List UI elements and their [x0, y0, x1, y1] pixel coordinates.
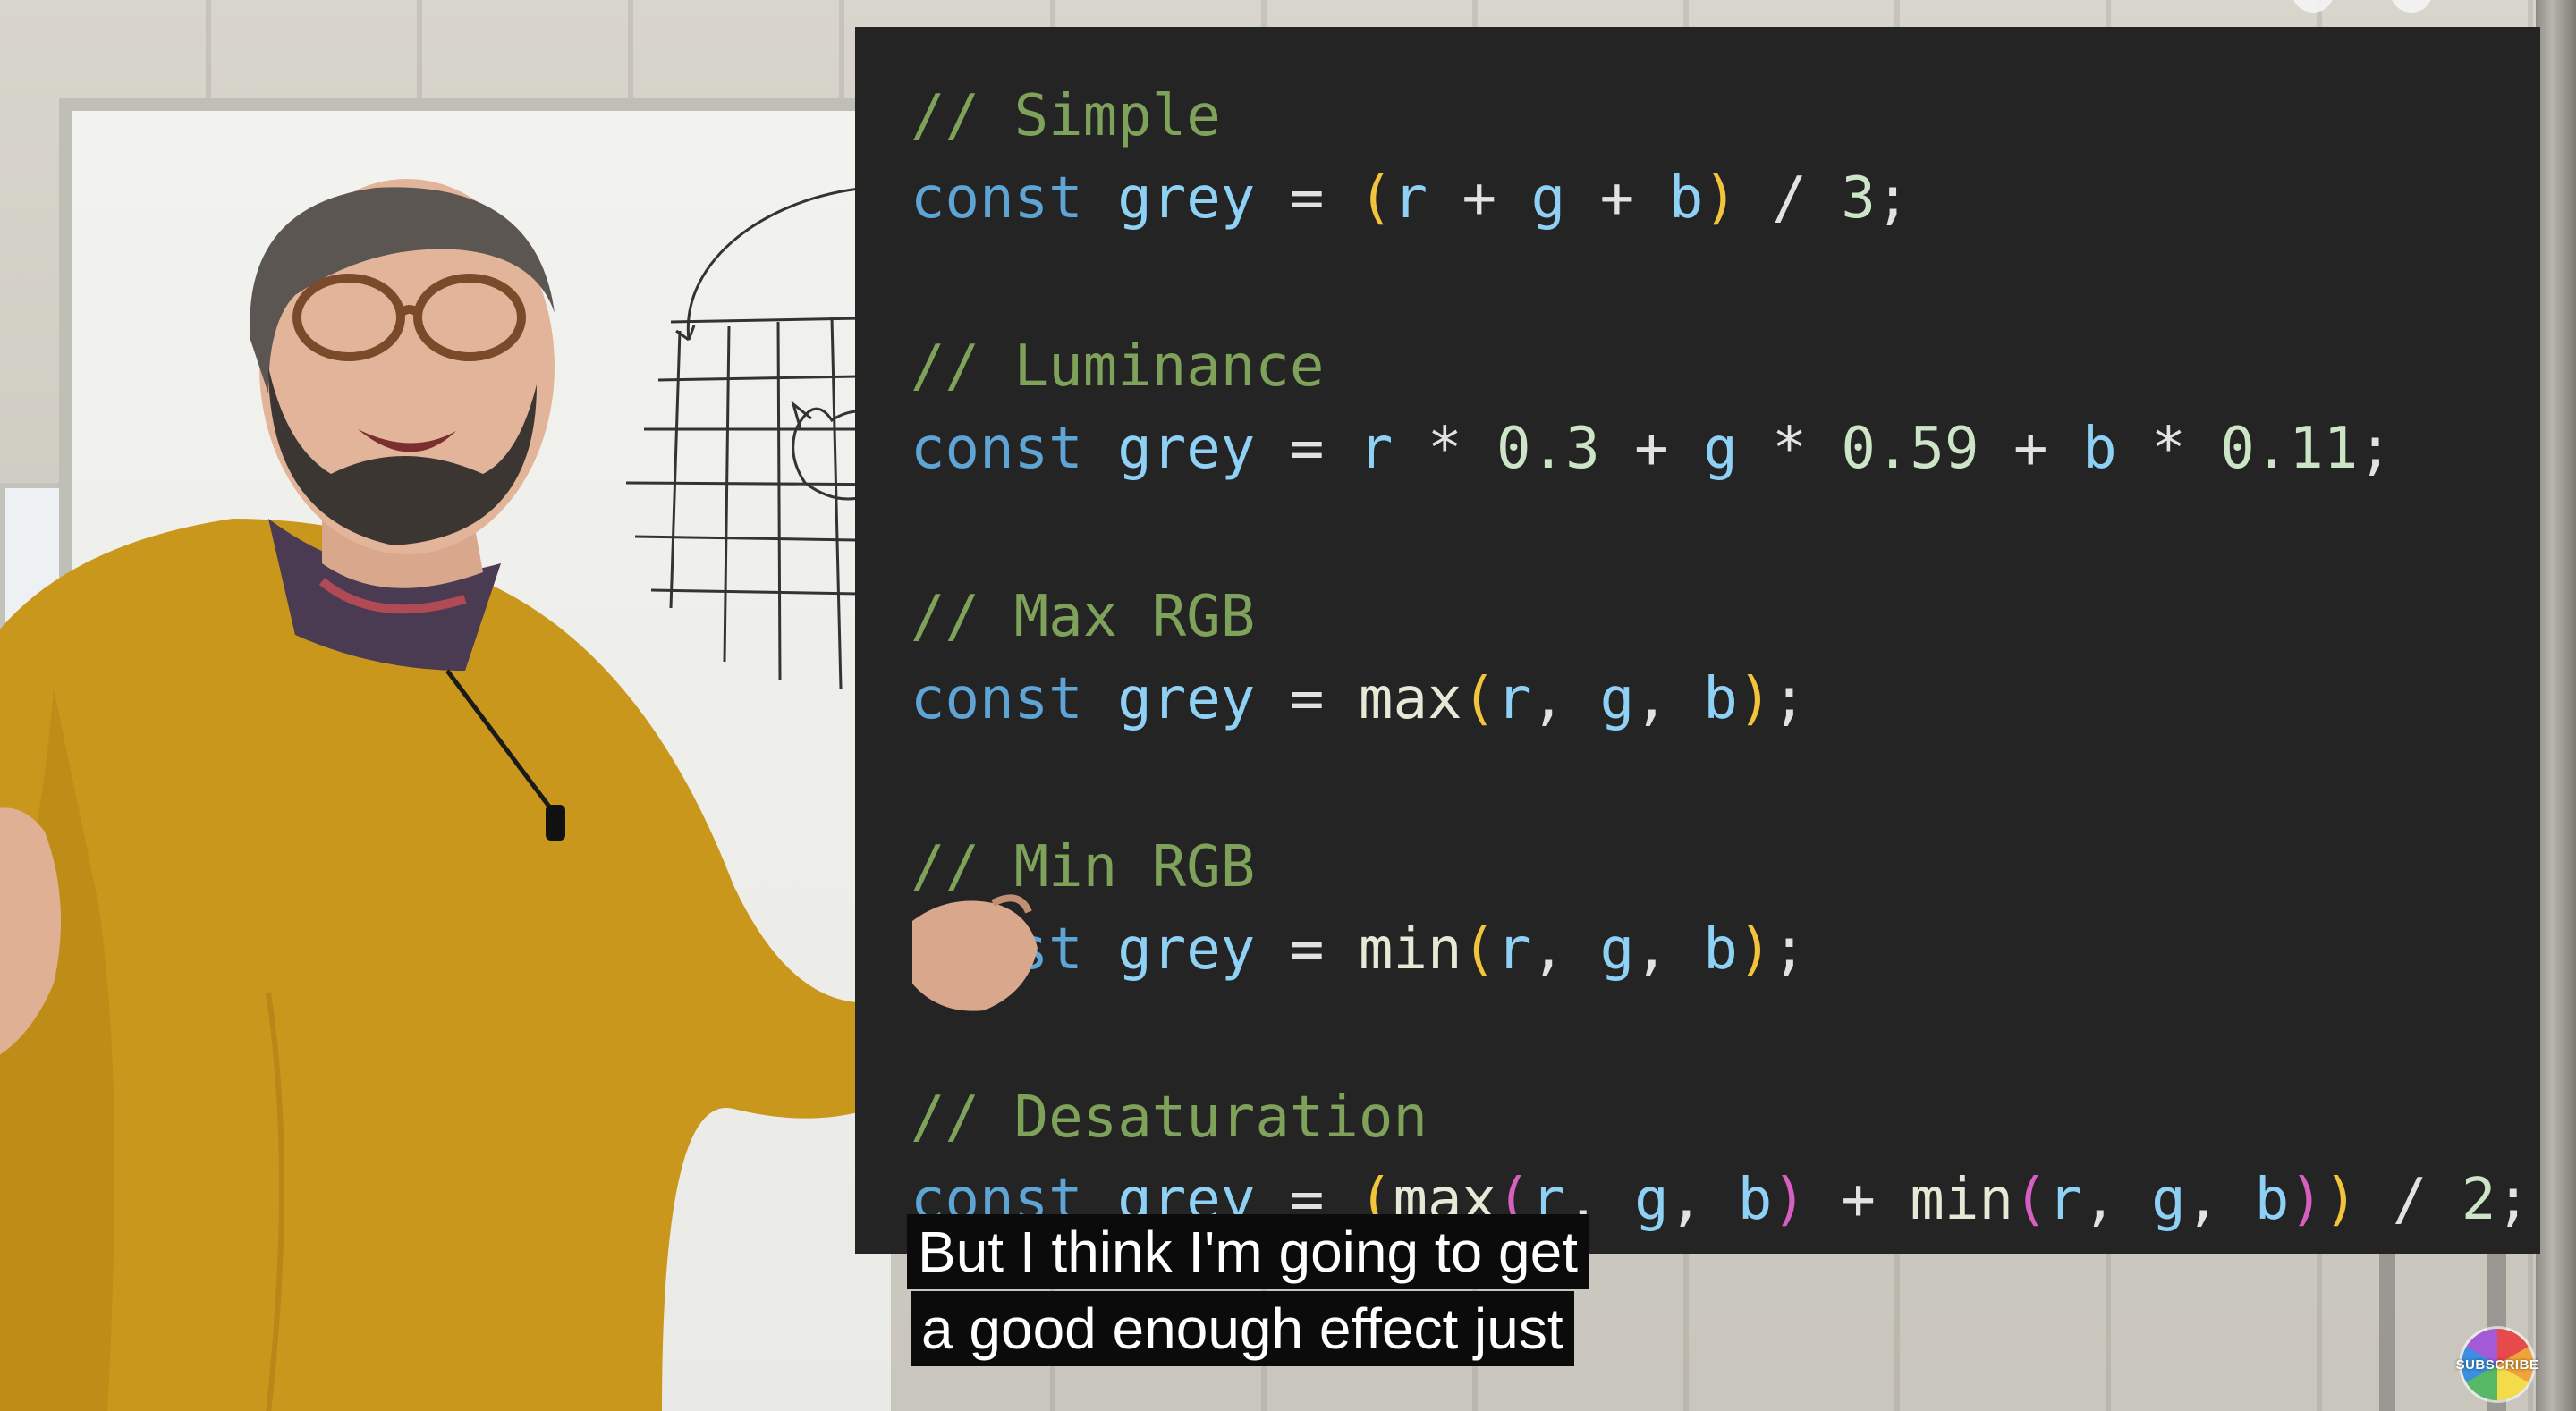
code-token: ; — [2496, 1167, 2530, 1233]
code-token: ; — [1772, 666, 1807, 732]
code-token: ) — [2289, 1167, 2324, 1233]
code-token: grey — [1117, 666, 1256, 732]
subtitle-line-2: a good enough effect just — [911, 1291, 1574, 1366]
code-token: r — [1358, 416, 1394, 482]
code-token: min — [1910, 1167, 2013, 1233]
code-token: ) — [1737, 917, 1773, 983]
code-token: ) — [1772, 1167, 1807, 1233]
code-token: ) — [1703, 165, 1738, 232]
code-token: 2 — [2461, 1167, 2496, 1233]
code-token: g — [1634, 1167, 1669, 1233]
code-token: g — [2151, 1167, 2186, 1233]
code-token: min — [1358, 917, 1462, 983]
code-line: // Max RGB — [911, 583, 1255, 651]
code-token: g — [1703, 416, 1738, 482]
code-token: // Luminance — [911, 334, 1325, 400]
stand-pole — [2379, 1252, 2395, 1411]
code-token: g — [1530, 165, 1566, 232]
code-line: // Desaturation — [911, 1084, 1428, 1152]
code-token: , — [1634, 917, 1704, 983]
code-token: + — [1565, 165, 1669, 232]
code-token: ) — [2323, 1167, 2359, 1233]
code-token: = — [1255, 666, 1359, 732]
code-token: / — [2358, 1167, 2462, 1233]
code-token: ( — [1462, 666, 1497, 732]
code-token: = — [1255, 917, 1359, 983]
code-token: , — [1530, 917, 1600, 983]
code-token: grey — [1117, 917, 1256, 983]
code-token: ( — [1462, 917, 1497, 983]
code-token: ; — [1772, 917, 1807, 983]
code-token: grey — [1117, 416, 1256, 482]
code-token: , — [1634, 666, 1704, 732]
code-token: * — [1737, 416, 1842, 482]
code-token: , — [2082, 1167, 2152, 1233]
code-token: const — [911, 416, 1083, 482]
code-token: * — [2116, 416, 2221, 482]
code-token: // Desaturation — [911, 1085, 1428, 1151]
code-token: r — [1393, 165, 1428, 232]
code-token: ( — [2013, 1167, 2048, 1233]
code-token: 0.11 — [2220, 416, 2359, 482]
code-token: ; — [2358, 416, 2393, 482]
subtitle-line-1: But I think I'm going to get — [907, 1214, 1589, 1289]
background-frame — [2536, 0, 2576, 1411]
code-token: r — [1496, 666, 1531, 732]
code-token: / — [1737, 165, 1842, 232]
code-token: + — [1979, 416, 2083, 482]
code-slide: // Simple const grey = (r + g + b) / 3; … — [855, 27, 2540, 1254]
code-line: // Simple — [911, 82, 1221, 150]
code-token: const — [911, 165, 1083, 232]
code-token: ) — [1737, 666, 1773, 732]
code-token: + — [1806, 1167, 1911, 1233]
subscribe-label: SUBSCRIBE — [2455, 1356, 2539, 1373]
code-token: b — [2082, 416, 2117, 482]
code-token: = — [1255, 165, 1359, 232]
code-line: const grey = r * 0.3 + g * 0.59 + b * 0.… — [911, 415, 2393, 483]
code-token: , — [1530, 666, 1600, 732]
code-line: const grey = (r + g + b) / 3; — [911, 165, 1910, 232]
code-token: 3 — [1841, 165, 1876, 232]
code-token: // Max RGB — [911, 584, 1256, 650]
code-token: r — [2047, 1167, 2083, 1233]
code-token: 0.3 — [1496, 416, 1600, 482]
code-token: const — [911, 666, 1083, 732]
code-token: max — [1358, 666, 1462, 732]
code-token: + — [1599, 416, 1704, 482]
code-line: // Luminance — [911, 333, 1324, 401]
code-line: const grey = max(r, g, b); — [911, 665, 1807, 733]
code-token: b — [1703, 917, 1738, 983]
code-token: g — [1599, 666, 1635, 732]
code-token: , — [1668, 1167, 1738, 1233]
code-token: , — [2185, 1167, 2255, 1233]
code-token: r — [1496, 917, 1531, 983]
code-token: b — [1668, 165, 1704, 232]
subscribe-button[interactable]: SUBSCRIBE — [2456, 1329, 2538, 1400]
code-token: = — [1255, 416, 1359, 482]
code-token: grey — [1117, 165, 1256, 232]
code-token: b — [1737, 1167, 1773, 1233]
presenter-hand — [912, 894, 1038, 1011]
code-token: * — [1393, 416, 1497, 482]
code-token: ( — [1358, 165, 1394, 232]
code-token: g — [1599, 917, 1635, 983]
code-token: ; — [1875, 165, 1911, 232]
code-token: b — [2254, 1167, 2290, 1233]
code-token: b — [1703, 666, 1738, 732]
code-token: + — [1427, 165, 1531, 232]
code-token: 0.59 — [1841, 416, 1979, 482]
code-token: // Simple — [911, 83, 1221, 149]
